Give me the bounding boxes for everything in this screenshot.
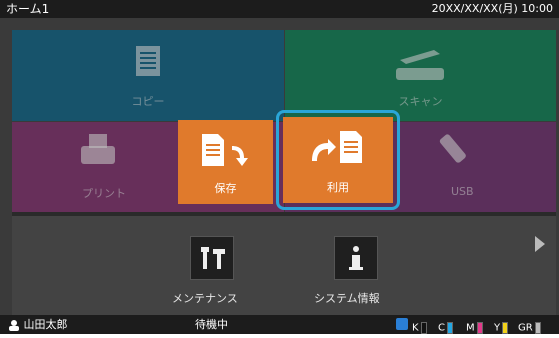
- ink-c: C: [438, 318, 453, 338]
- info-icon: [334, 236, 378, 280]
- save-label: 保存: [214, 182, 237, 195]
- tools-icon: [190, 236, 234, 280]
- user-icon: [9, 320, 19, 331]
- use-document-icon: [312, 131, 362, 163]
- save-document-icon: [202, 134, 248, 166]
- status-bar: 山田太郎 待機中 K C M Y GR: [0, 315, 559, 334]
- scanner-icon: [396, 50, 444, 80]
- utility-area: [12, 216, 556, 315]
- title-bar: ホーム1 20XX/XX/XX(月) 10:00: [0, 0, 559, 18]
- copy-label: コピー: [131, 95, 165, 108]
- ink-y: Y: [494, 318, 509, 338]
- scan-label: スキャン: [398, 95, 443, 108]
- ink-m: M: [466, 318, 483, 338]
- scan-tile[interactable]: スキャン: [285, 30, 556, 121]
- copy-icon: [136, 46, 160, 76]
- usb-drive-icon: [439, 134, 466, 163]
- use-tile[interactable]: 利用: [283, 117, 393, 203]
- ink-gr: GR: [518, 318, 541, 338]
- maintenance-button[interactable]: メンテナンス: [172, 236, 240, 306]
- save-tile[interactable]: 保存: [178, 120, 273, 204]
- system-info-label: システム情報: [314, 292, 380, 305]
- usb-label: USB: [451, 185, 474, 198]
- screen: ホーム1 20XX/XX/XX(月) 10:00 コピー スキャン プリント U…: [0, 0, 559, 334]
- user-area[interactable]: 山田太郎: [8, 315, 68, 334]
- user-name: 山田太郎: [23, 318, 68, 331]
- refresh-icon[interactable]: [396, 318, 408, 330]
- machine-status: 待機中: [195, 318, 228, 331]
- screen-title: ホーム1: [6, 2, 50, 16]
- next-page-arrow-icon[interactable]: [535, 236, 545, 252]
- printer-icon: [81, 134, 115, 164]
- maintenance-label: メンテナンス: [172, 292, 238, 305]
- ink-k: K: [412, 318, 427, 338]
- system-info-button[interactable]: システム情報: [314, 236, 380, 306]
- date-time: 20XX/XX/XX(月) 10:00: [431, 2, 553, 15]
- copy-tile[interactable]: コピー: [12, 30, 284, 121]
- use-label: 利用: [327, 181, 349, 194]
